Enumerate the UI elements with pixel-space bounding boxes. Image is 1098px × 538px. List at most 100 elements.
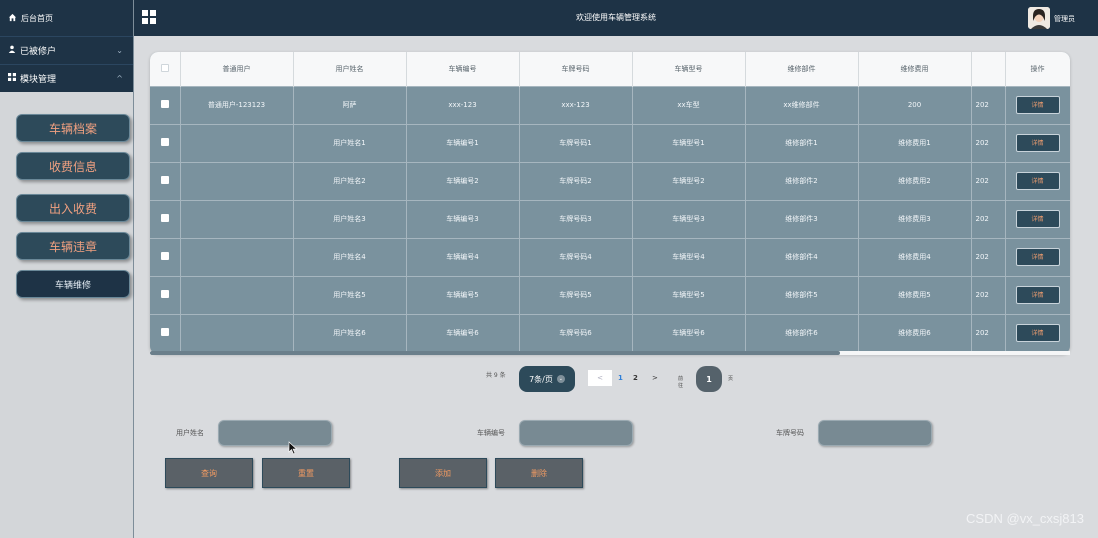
table-cell: 维修部件5 [745, 275, 859, 314]
table-cell: 车辆型号2 [632, 161, 746, 200]
row-checkbox[interactable] [150, 275, 181, 314]
select-all-checkbox[interactable] [150, 52, 181, 86]
table-cell: 车牌号码6 [519, 313, 633, 352]
row-checkbox[interactable] [150, 199, 181, 238]
prev-page-button[interactable]: < [588, 370, 612, 386]
chevron-down-icon: ⌄ [556, 375, 565, 383]
sidebar: 后台首页 已被修户 ⌄ 模块管理 ^ 车辆档案 收费信息 出入收费 车辆违章 车… [0, 0, 134, 538]
table-row[interactable]: 用户姓名4 车辆编号4 车牌号码4 车辆型号4 维修部件4 维修费用4 202 详情 [150, 237, 1070, 276]
detail-button[interactable]: 详情 [1015, 210, 1060, 228]
detail-button[interactable]: 详情 [1015, 172, 1060, 190]
row-checkbox[interactable] [150, 161, 181, 200]
sidebar-item-repair[interactable]: 车辆维修 [16, 270, 130, 298]
goto-page-input[interactable]: 1 [696, 366, 722, 392]
sidebar-item-entry-fee[interactable]: 出入收费 [16, 194, 130, 222]
table-cell: 用户姓名4 [293, 237, 407, 276]
table-cell: 车辆编号6 [406, 313, 520, 352]
column-header[interactable] [971, 52, 1006, 86]
table-cell: 车辆型号5 [632, 275, 746, 314]
sidebar-item-fee-info[interactable]: 收费信息 [16, 152, 130, 180]
table-cell: 维修费用6 [858, 313, 972, 352]
column-header[interactable]: 普通用户 [180, 52, 294, 86]
user-icon [8, 45, 16, 56]
page-number[interactable]: 1 [618, 370, 623, 386]
detail-button[interactable]: 详情 [1015, 248, 1060, 266]
plate-input[interactable] [818, 420, 932, 446]
table-cell: 维修费用4 [858, 237, 972, 276]
home-icon [8, 13, 17, 24]
next-page-button[interactable]: > [652, 370, 658, 386]
column-header[interactable]: 车牌号码 [519, 52, 633, 86]
table-cell: 202 [971, 237, 1006, 276]
pagination-total: 共 9 条 [486, 372, 506, 379]
row-checkbox[interactable] [150, 85, 181, 124]
table-cell: 车辆型号6 [632, 313, 746, 352]
table-cell: 车辆编号1 [406, 123, 520, 162]
row-checkbox[interactable] [150, 123, 181, 162]
column-header[interactable]: 维修部件 [745, 52, 859, 86]
table-row[interactable]: 用户姓名2 车辆编号2 车牌号码2 车辆型号2 维修部件2 维修费用2 202 详情 [150, 161, 1070, 200]
data-table: 普通用户 用户姓名 车辆编号 车牌号码 车辆型号 维修部件 维修费用 操作 普通… [150, 52, 1070, 354]
sidebar-user-menu[interactable]: 已被修户 ⌄ [0, 36, 133, 64]
table-cell: 用户姓名2 [293, 161, 407, 200]
table-cell: xx维修部件 [745, 85, 859, 124]
table-cell: xx车型 [632, 85, 746, 124]
table-cell: 维修部件6 [745, 313, 859, 352]
sidebar-module-menu[interactable]: 模块管理 ^ [0, 64, 133, 92]
goto-unit: 页 [728, 376, 734, 382]
plate-label: 车牌号码 [776, 429, 804, 437]
column-header: 操作 [1005, 52, 1070, 86]
add-button[interactable]: 添加 [399, 458, 487, 488]
delete-button[interactable]: 删除 [495, 458, 583, 488]
table-cell [180, 161, 294, 200]
row-checkbox[interactable] [150, 313, 181, 352]
detail-button[interactable]: 详情 [1015, 134, 1060, 152]
table-cell: 车辆编号5 [406, 275, 520, 314]
table-cell: 维修费用1 [858, 123, 972, 162]
column-header[interactable]: 维修费用 [858, 52, 972, 86]
admin-label[interactable]: 管理员 [1054, 14, 1075, 24]
table-row[interactable]: 用户姓名3 车辆编号3 车牌号码3 车辆型号3 维修部件3 维修费用3 202 详情 [150, 199, 1070, 238]
table-row[interactable]: 普通用户-123123 阿萨 xxx-123 xxx-123 xx车型 xx维修部件 200… [150, 85, 1070, 124]
top-header: 欢迎使用车辆管理系统 管理员 [134, 0, 1098, 36]
table-cell: 车牌号码5 [519, 275, 633, 314]
table-row[interactable]: 用户姓名1 车辆编号1 车牌号码1 车辆型号1 维修部件1 维修费用1 202 详情 [150, 123, 1070, 162]
detail-button[interactable]: 详情 [1015, 96, 1060, 114]
page-size-select[interactable]: 7条/页 ⌄ [519, 366, 575, 392]
sidebar-module-menu-label: 模块管理 [20, 75, 57, 85]
table-scrollbar[interactable] [150, 351, 1070, 355]
table-cell: 维修部件2 [745, 161, 859, 200]
avatar[interactable] [1028, 7, 1050, 29]
column-header[interactable]: 用户姓名 [293, 52, 407, 86]
sidebar-item-vehicle-archive[interactable]: 车辆档案 [16, 114, 130, 142]
table-cell: 阿萨 [293, 85, 407, 124]
page-size-value: 7条/页 [529, 374, 553, 384]
table-header-row: 普通用户 用户姓名 车辆编号 车牌号码 车辆型号 维修部件 维修费用 操作 [150, 52, 1070, 86]
detail-button[interactable]: 详情 [1015, 324, 1060, 343]
table-cell [180, 123, 294, 162]
user-name-input[interactable] [218, 420, 332, 446]
table-cell: 车辆型号1 [632, 123, 746, 162]
reset-button[interactable]: 重置 [262, 458, 350, 488]
sidebar-item-violation[interactable]: 车辆违章 [16, 232, 130, 260]
table-cell: 维修费用3 [858, 199, 972, 238]
page-number[interactable]: 2 [633, 370, 638, 386]
query-button[interactable]: 查询 [165, 458, 253, 488]
table-cell: 车牌号码4 [519, 237, 633, 276]
column-header[interactable]: 车辆编号 [406, 52, 520, 86]
sidebar-home[interactable]: 后台首页 [0, 0, 133, 36]
vehicle-no-input[interactable] [519, 420, 633, 446]
detail-button[interactable]: 详情 [1015, 286, 1060, 304]
row-action-cell: 详情 [1005, 85, 1070, 124]
table-cell: 车辆型号4 [632, 237, 746, 276]
table-cell: 车牌号码2 [519, 161, 633, 200]
table-cell: 202 [971, 85, 1006, 124]
table-cell: xxx-123 [519, 85, 633, 124]
row-action-cell: 详情 [1005, 123, 1070, 162]
column-header[interactable]: 车辆型号 [632, 52, 746, 86]
table-row[interactable]: 用户姓名6 车辆编号6 车牌号码6 车辆型号6 维修部件6 维修费用6 202 详情 [150, 313, 1070, 352]
table-row[interactable]: 用户姓名5 车辆编号5 车牌号码5 车辆型号5 维修部件5 维修费用5 202 详情 [150, 275, 1070, 314]
row-checkbox[interactable] [150, 237, 181, 276]
row-action-cell: 详情 [1005, 237, 1070, 276]
table-cell: 车辆编号3 [406, 199, 520, 238]
